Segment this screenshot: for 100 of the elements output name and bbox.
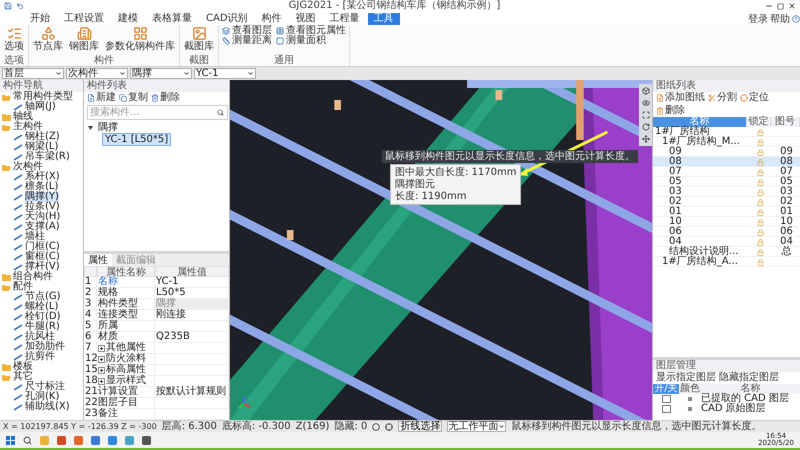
nav-item[interactable]: 尺寸标注 bbox=[25, 382, 65, 392]
nav-group[interactable]: 轴线 bbox=[0, 112, 83, 122]
menu-tab[interactable]: 工程设置 bbox=[58, 12, 110, 24]
panel-header: 图层管理 bbox=[653, 360, 800, 372]
drawing-row[interactable]: 06 06 bbox=[653, 227, 800, 237]
toolbar-button[interactable]: 分割 bbox=[708, 93, 737, 103]
drawing-row[interactable]: 10 10 bbox=[653, 217, 800, 227]
nav-item[interactable]: 钢柱(Z) bbox=[25, 132, 60, 142]
property-value: 隅撑 bbox=[155, 299, 229, 310]
dropdown[interactable]: YC-1 bbox=[194, 68, 256, 79]
toolbar-button[interactable]: 删除 bbox=[151, 93, 180, 103]
row-number: 23 bbox=[84, 409, 97, 420]
drawing-name: 1#厂房结构_M... bbox=[662, 137, 740, 147]
nav-item[interactable]: 钢梁(L) bbox=[25, 142, 58, 152]
ribbon-button[interactable]: 节点库 bbox=[32, 26, 64, 56]
nav-item[interactable]: 孔洞(K) bbox=[25, 392, 60, 402]
drawing-row[interactable]: 1#厂房结构 bbox=[653, 127, 800, 137]
nav-group[interactable]: 其它 bbox=[0, 372, 83, 382]
search-field[interactable]: 搜索构件... bbox=[87, 105, 228, 120]
drawing-row[interactable]: 1#厂房结构_A... bbox=[653, 257, 800, 267]
dropdown[interactable]: 隅撑 bbox=[130, 68, 192, 79]
menu-tab[interactable]: 视图 bbox=[290, 12, 322, 24]
drawing-row[interactable]: 04 04 bbox=[653, 237, 800, 247]
menu-tab[interactable]: CAD识别 bbox=[200, 12, 254, 24]
nav-group[interactable]: 主构件 bbox=[0, 122, 83, 132]
nav-item[interactable]: 隅撑(Y) bbox=[25, 192, 59, 202]
account-link[interactable]: 帮助 bbox=[770, 12, 790, 26]
drawing-row[interactable]: 03 03 bbox=[653, 187, 800, 197]
toolbar-button[interactable]: 新建 bbox=[87, 93, 116, 103]
nav-item[interactable]: 撑杆(V) bbox=[25, 262, 60, 272]
nav-item[interactable]: 辅助线(X) bbox=[25, 402, 70, 412]
nav-group[interactable]: 次构件 bbox=[0, 162, 83, 172]
drawing-row[interactable]: 05 05 bbox=[653, 177, 800, 187]
property-name: 材质 bbox=[97, 332, 155, 343]
nav-item[interactable]: 轴网(J) bbox=[25, 102, 56, 112]
dropdown[interactable]: 次构件 bbox=[66, 68, 128, 79]
nav-item[interactable]: 抗剪件 bbox=[25, 352, 55, 362]
nav-item[interactable]: 墙柱 bbox=[25, 232, 45, 242]
nav-item[interactable]: 加劲肋件 bbox=[25, 342, 65, 352]
row-number: 18 bbox=[84, 376, 97, 387]
nav-item[interactable]: 檩条(L) bbox=[25, 182, 58, 192]
nav-item[interactable]: 门框(C) bbox=[25, 242, 60, 252]
nav-group[interactable]: 楼板 bbox=[0, 362, 83, 372]
account-link[interactable]: 登录 bbox=[748, 12, 768, 26]
dropdown[interactable]: 首层 bbox=[2, 68, 64, 79]
toolbar-button[interactable]: 定位 bbox=[740, 93, 769, 103]
drawing-row[interactable]: 07 07 bbox=[653, 167, 800, 177]
ribbon-button[interactable]: 截图库 bbox=[183, 26, 215, 56]
tree-item[interactable]: YC-1 [L50*5] bbox=[102, 132, 172, 146]
drawing-row[interactable]: 01 01 bbox=[653, 207, 800, 217]
nav-item[interactable]: 栓钉(D) bbox=[25, 312, 61, 322]
panel-tab[interactable]: 属性 bbox=[84, 254, 112, 266]
nav-item[interactable]: 支撑(A) bbox=[25, 222, 60, 232]
nav-item[interactable]: 节点(G) bbox=[25, 292, 61, 302]
drawing-row[interactable]: 09 09 bbox=[653, 147, 800, 157]
ribbon-button[interactable]: 查看图层 bbox=[222, 26, 272, 36]
nav-item[interactable]: 螺栓(L) bbox=[25, 302, 58, 312]
nav-group[interactable]: 组合构件 bbox=[0, 272, 83, 282]
ribbon-button[interactable]: 参数化钢构件库 bbox=[104, 26, 176, 56]
work-plane-dropdown[interactable]: 无工作平面 bbox=[447, 421, 506, 432]
nav-item[interactable]: 牛腿(R) bbox=[25, 322, 60, 332]
column-header: 锁定 bbox=[747, 117, 771, 127]
tree-item[interactable]: 隅撑 bbox=[95, 120, 121, 134]
ribbon-button[interactable]: 测量面积 bbox=[276, 36, 346, 46]
nav-item[interactable]: 抗风柱 bbox=[25, 332, 55, 342]
toolbar-button[interactable]: 隐藏指定图层 bbox=[719, 373, 779, 383]
ribbon-group-label: 选项 bbox=[3, 56, 25, 66]
menu-tab[interactable]: 建模 bbox=[112, 12, 144, 24]
nav-item[interactable]: 天沟(H) bbox=[25, 212, 60, 222]
nav-group[interactable]: 常用构件类型 bbox=[0, 92, 83, 102]
toolbar-button[interactable]: 添加图纸 bbox=[656, 93, 705, 103]
nav-item[interactable]: 拉条(V) bbox=[25, 202, 60, 212]
nav-item[interactable]: 窗框(C) bbox=[25, 252, 60, 262]
nav-item[interactable]: 吊车梁(R) bbox=[25, 152, 70, 162]
drawing-row[interactable]: 结构设计说明... 总 bbox=[653, 247, 800, 257]
menu-tab[interactable]: 构件 bbox=[256, 12, 288, 24]
drawing-row[interactable]: 02 02 bbox=[653, 197, 800, 207]
drawing-row[interactable]: 1#厂房结构_M... bbox=[653, 137, 800, 147]
menu-tab[interactable]: 工具 bbox=[368, 12, 400, 24]
ribbon-button[interactable]: 查看图元属性 bbox=[276, 26, 346, 36]
menu-tab[interactable]: 工程量 bbox=[324, 12, 366, 24]
ribbon-button[interactable]: 选项 bbox=[3, 26, 25, 56]
column-header: 名称 bbox=[701, 384, 800, 394]
toolbar-button[interactable]: 显示指定图层 bbox=[656, 373, 716, 383]
nav-group[interactable]: 配件 bbox=[0, 282, 83, 292]
drawing-name: 1#厂房结构_A... bbox=[662, 257, 738, 267]
table-cell: 08 bbox=[780, 157, 793, 167]
toolbar-button[interactable]: 复制 bbox=[119, 93, 148, 103]
table-cell: 07 bbox=[780, 167, 793, 177]
ribbon-button[interactable]: 钢图库 bbox=[68, 26, 100, 56]
select-mode-button[interactable]: 折线选择 bbox=[398, 421, 442, 432]
menu-tab[interactable]: 开始 bbox=[24, 12, 56, 24]
drawing-row[interactable]: 08 08 bbox=[653, 157, 800, 167]
hint-text: 鼠标移到构件图元以显示长度信息，选中图元计算长度。 bbox=[382, 150, 638, 163]
menu-tab[interactable]: 表格算量 bbox=[146, 12, 198, 24]
nav-item[interactable]: 系杆(X) bbox=[25, 172, 60, 182]
toolbar-button[interactable]: 删除 bbox=[656, 106, 685, 116]
ribbon-button[interactable]: 测量距离 bbox=[222, 36, 272, 46]
column-header: 图号 bbox=[771, 117, 800, 127]
property-name: 规格 bbox=[97, 288, 155, 299]
